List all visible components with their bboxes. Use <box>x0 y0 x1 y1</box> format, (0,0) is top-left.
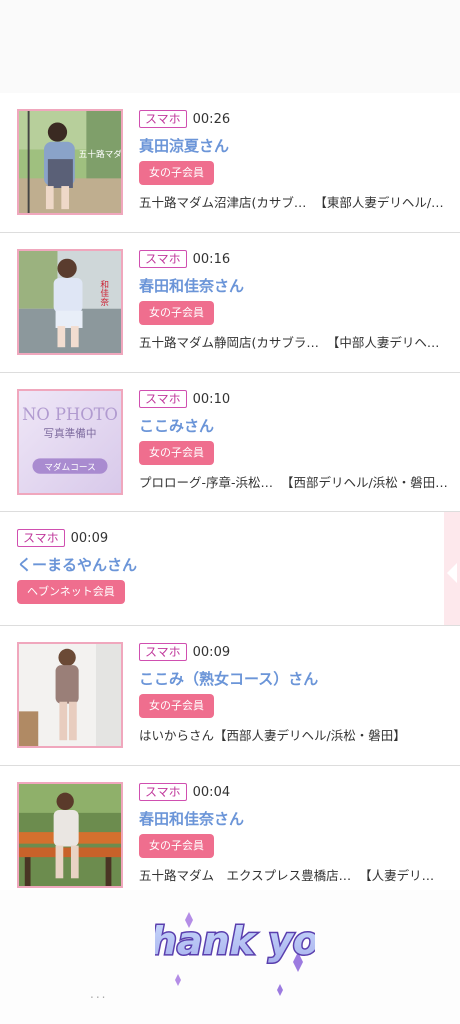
shop-info[interactable]: 五十路マダム静岡店(カサブラ… 【中部人妻デリヘ… <box>139 332 452 351</box>
thumb-caption: NO PHOTO <box>22 405 118 424</box>
access-time: 00:10 <box>192 391 231 407</box>
device-tag: スマホ <box>139 110 187 128</box>
footer: Thank you ... <box>0 890 460 1024</box>
member-name[interactable]: 春田和佳奈さん <box>139 808 452 828</box>
list-item[interactable]: 和佳奈 スマホ 00:16 春田和佳奈さん 女の子会員 五十路マダム静岡店(カサ… <box>0 233 460 373</box>
thank-you-text: Thank you <box>155 919 315 963</box>
device-tag: スマホ <box>139 783 187 801</box>
member-name[interactable]: ここみさん <box>139 415 452 435</box>
device-tag: スマホ <box>139 390 187 408</box>
thank-you-sticker: Thank you <box>155 912 315 996</box>
shop-area: 【西部人妻デリヘル/浜松・磐田】 <box>214 728 406 743</box>
member-badge: 女の子会員 <box>139 441 214 465</box>
thumb-course: マダムコース <box>44 461 96 473</box>
list-item[interactable]: スマホ 00:04 春田和佳奈さん 女の子会員 五十路マダム エクスプレス豊橋店… <box>0 766 460 891</box>
thumb-caption: 和佳奈 <box>99 279 109 305</box>
list-item[interactable]: 五十路マダム スマホ 00:26 真田涼夏さん 女の子会員 五十路マダム沼津店(… <box>0 93 460 233</box>
thumbnail-photo[interactable]: 和佳奈 <box>17 249 123 355</box>
sparkle-icon <box>277 984 283 996</box>
photo-image <box>19 644 121 746</box>
access-time: 00:16 <box>192 251 231 267</box>
access-time: 00:04 <box>192 784 231 800</box>
shop-name: 五十路マダム静岡店(カサブラ… <box>139 335 319 350</box>
member-name[interactable]: 真田涼夏さん <box>139 135 452 155</box>
thumbnail-photo[interactable] <box>17 642 123 748</box>
more-dots: ... <box>90 987 108 1001</box>
shop-name: はいからさん <box>139 728 215 743</box>
shop-info[interactable]: 五十路マダム沼津店(カサブ… 【東部人妻デリヘル/… <box>139 192 452 211</box>
sparkle-icon <box>175 974 181 986</box>
shop-info[interactable]: はいからさん【西部人妻デリヘル/浜松・磐田】 <box>139 725 452 744</box>
shop-area: 【西部デリヘル/浜松・磐田… <box>281 475 448 490</box>
member-badge: ヘブンネット会員 <box>17 580 125 604</box>
access-list: 五十路マダム スマホ 00:26 真田涼夏さん 女の子会員 五十路マダム沼津店(… <box>0 93 460 891</box>
photo-image <box>19 784 121 886</box>
top-spacer <box>0 0 460 93</box>
access-time: 00:26 <box>192 111 231 127</box>
thumbnail-photo[interactable]: 五十路マダム <box>17 109 123 215</box>
list-item[interactable]: スマホ 00:09 くーまるやんさん ヘブンネット会員 <box>0 512 460 626</box>
photo-image: 五十路マダム <box>19 111 121 213</box>
member-badge: 女の子会員 <box>139 694 214 718</box>
shop-name: 五十路マダム エクスプレス豊橋店… <box>139 868 352 883</box>
list-item[interactable]: スマホ 00:09 ここみ（熟女コース）さん 女の子会員 はいからさん【西部人妻… <box>0 626 460 766</box>
thumb-caption-sub: 写真準備中 <box>44 427 97 440</box>
shop-area: 【人妻デリ… <box>359 868 435 883</box>
member-name[interactable]: くーまるやんさん <box>17 554 452 574</box>
device-tag: スマホ <box>139 643 187 661</box>
side-tab[interactable] <box>444 512 460 625</box>
thumbnail-nophoto[interactable]: NO PHOTO 写真準備中 マダムコース <box>17 389 123 495</box>
list-item[interactable]: NO PHOTO 写真準備中 マダムコース スマホ 00:10 ここみさん 女の… <box>0 373 460 512</box>
member-badge: 女の子会員 <box>139 301 214 325</box>
shop-info[interactable]: プロローグ-序章-浜松… 【西部デリヘル/浜松・磐田… <box>139 472 452 491</box>
photo-image: 和佳奈 <box>19 251 121 353</box>
member-badge: 女の子会員 <box>139 834 214 858</box>
shop-name: 五十路マダム沼津店(カサブ… <box>139 195 307 210</box>
shop-area: 【中部人妻デリヘ… <box>326 335 440 350</box>
no-photo-image: NO PHOTO 写真準備中 マダムコース <box>19 391 121 493</box>
access-time: 00:09 <box>192 644 231 660</box>
device-tag: スマホ <box>139 250 187 268</box>
thumb-caption: 五十路マダム <box>79 148 121 160</box>
thumbnail-photo[interactable] <box>17 782 123 888</box>
member-name[interactable]: ここみ（熟女コース）さん <box>139 668 452 688</box>
device-tag: スマホ <box>17 529 65 547</box>
shop-name: プロローグ-序章-浜松… <box>139 475 274 490</box>
member-badge: 女の子会員 <box>139 161 214 185</box>
shop-area: 【東部人妻デリヘル/… <box>314 195 444 210</box>
shop-info[interactable]: 五十路マダム エクスプレス豊橋店… 【人妻デリ… <box>139 865 452 884</box>
access-time: 00:09 <box>70 530 109 546</box>
member-name[interactable]: 春田和佳奈さん <box>139 275 452 295</box>
